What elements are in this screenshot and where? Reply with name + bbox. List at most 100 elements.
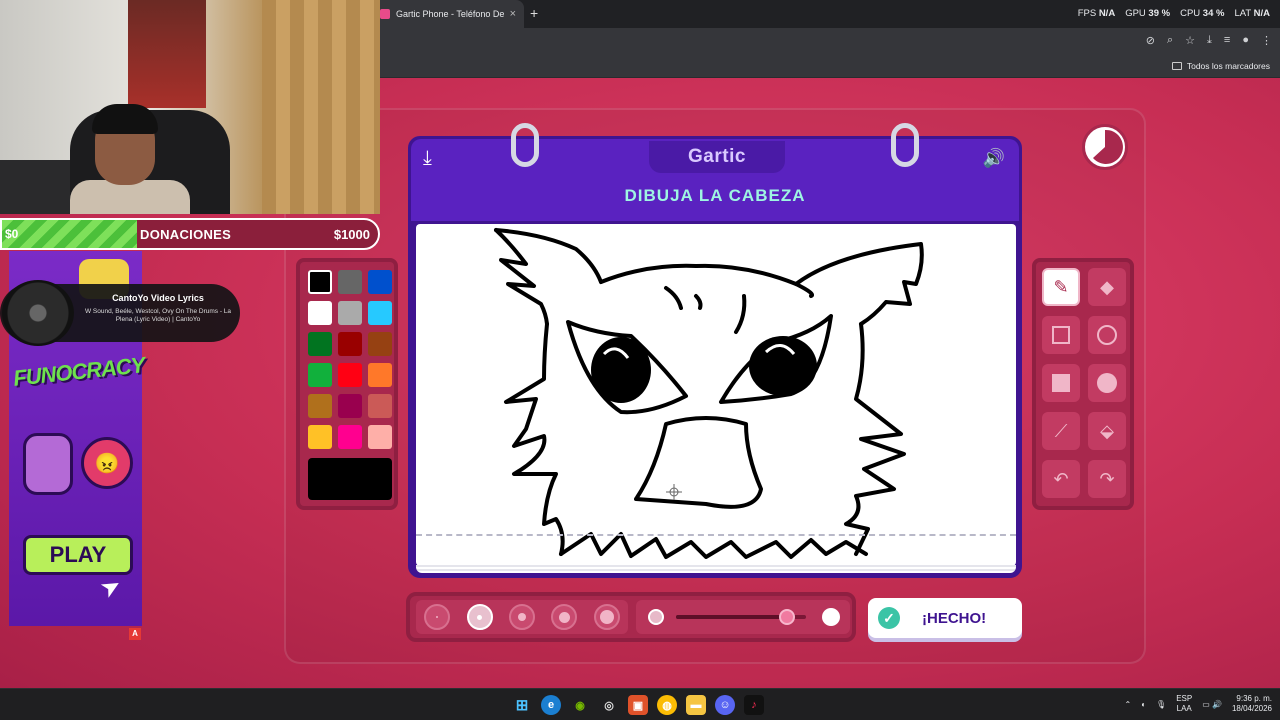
windows-taskbar: ⊞ e ◉ ◎ ▣ ◍ ▬ ☺ ♪ ⌃ ◐ 🎙 ESP LAA ▭ 🔊 9:36 … bbox=[0, 688, 1280, 720]
donation-progress-fill bbox=[2, 220, 138, 248]
rectangle-outline-tool[interactable] bbox=[1042, 316, 1080, 354]
gartic-logo: Gartic bbox=[649, 141, 785, 173]
opacity-handle[interactable] bbox=[778, 609, 795, 625]
color-swatch[interactable] bbox=[308, 332, 332, 356]
eraser-tool[interactable]: ◆ bbox=[1088, 268, 1126, 306]
color-swatch[interactable] bbox=[368, 332, 392, 356]
file-explorer-icon[interactable]: ▬ bbox=[686, 695, 706, 715]
stat-lat: LAT N/A bbox=[1234, 8, 1270, 19]
color-swatch[interactable] bbox=[308, 270, 332, 294]
line-tool[interactable]: ⟋ bbox=[1042, 412, 1080, 450]
ad-play-button[interactable]: PLAY bbox=[23, 535, 133, 575]
redo-tool[interactable]: ↷ bbox=[1088, 460, 1126, 498]
tab-title: Gartic Phone - Teléfono Descon bbox=[396, 9, 504, 19]
new-tab-button[interactable]: + bbox=[530, 5, 538, 21]
orange-app-icon[interactable]: ▣ bbox=[628, 695, 648, 715]
done-label: ¡HECHO! bbox=[922, 609, 987, 627]
color-swatch[interactable] bbox=[338, 270, 362, 294]
color-swatch[interactable] bbox=[338, 425, 362, 449]
brush-size-option[interactable] bbox=[424, 604, 451, 630]
color-swatch[interactable] bbox=[338, 332, 362, 356]
opacity-slider[interactable] bbox=[636, 600, 850, 634]
wall-poster bbox=[128, 0, 206, 108]
ellipse-outline-icon bbox=[1097, 325, 1117, 345]
curtain bbox=[262, 0, 380, 214]
ad-badge: A bbox=[129, 628, 141, 640]
color-swatch[interactable] bbox=[338, 394, 362, 418]
toolbar-icons: ⊘ ⌕ ☆ ⤓ ≡ ● ⋮ bbox=[1146, 34, 1272, 47]
brush-size-option[interactable] bbox=[466, 604, 493, 630]
nvidia-icon[interactable]: ◉ bbox=[570, 695, 590, 715]
tiktok-icon[interactable]: ♪ bbox=[744, 695, 764, 715]
tab-close-icon[interactable]: × bbox=[510, 8, 516, 20]
zoom-icon[interactable]: ⌕ bbox=[1167, 34, 1173, 47]
sound-icon[interactable]: 🔊 bbox=[983, 148, 1005, 169]
obs-icon[interactable]: ◎ bbox=[599, 695, 619, 715]
clock[interactable]: 9:36 p. m. 18/04/2026 bbox=[1232, 694, 1272, 714]
bookmark-star-icon[interactable]: ☆ bbox=[1185, 34, 1195, 47]
all-bookmarks-button[interactable]: Todos los marcadores bbox=[1171, 61, 1270, 71]
chrome-icon[interactable]: ◍ bbox=[657, 695, 677, 715]
color-swatch[interactable] bbox=[368, 425, 392, 449]
brush-dot-icon bbox=[436, 616, 439, 618]
webcam-feed bbox=[0, 0, 380, 214]
color-swatch[interactable] bbox=[368, 270, 392, 294]
opacity-max-icon bbox=[822, 608, 840, 626]
taskbar-apps: ⊞ e ◉ ◎ ▣ ◍ ▬ ☺ ♪ bbox=[512, 695, 764, 715]
stat-cpu: CPU 34 % bbox=[1180, 8, 1225, 19]
tracking-off-icon[interactable]: ⊘ bbox=[1146, 34, 1155, 47]
timer-clock-icon bbox=[1093, 129, 1123, 164]
color-swatch[interactable] bbox=[308, 425, 332, 449]
notepad-ring-left bbox=[511, 123, 539, 167]
bucket-fill-icon: ⬙ bbox=[1100, 420, 1114, 441]
edge-icon[interactable]: e bbox=[541, 695, 561, 715]
discord-icon[interactable]: ☺ bbox=[715, 695, 735, 715]
brush-dot-icon bbox=[558, 611, 570, 623]
redo-icon: ↷ bbox=[1099, 468, 1115, 489]
donation-max: $1000 bbox=[333, 227, 370, 242]
donation-title: DONACIONES bbox=[140, 227, 232, 242]
network-volume-icon[interactable]: ▭ 🔊 bbox=[1202, 700, 1222, 709]
color-swatch[interactable] bbox=[368, 301, 392, 325]
windows-start-icon[interactable]: ⊞ bbox=[512, 695, 532, 715]
menu-icon[interactable]: ⋮ bbox=[1261, 34, 1272, 47]
reading-list-icon[interactable]: ≡ bbox=[1224, 34, 1230, 47]
round-timer bbox=[1082, 124, 1128, 170]
current-color-preview bbox=[308, 458, 392, 500]
browser-tab[interactable]: Gartic Phone - Teléfono Descon × bbox=[372, 0, 524, 28]
system-tray: ⌃ ◐ 🎙 ESP LAA ▭ 🔊 9:36 p. m. 18/04/2026 bbox=[1124, 694, 1272, 714]
tray-app-icon[interactable]: ◐ bbox=[1141, 700, 1146, 709]
notepad-ring-right bbox=[891, 123, 919, 167]
ellipse-filled-tool[interactable] bbox=[1088, 364, 1126, 402]
pencil-tool[interactable]: ✎ bbox=[1042, 268, 1080, 306]
rectangle-filled-tool[interactable] bbox=[1042, 364, 1080, 402]
done-button[interactable]: ✓ ¡HECHO! bbox=[868, 598, 1022, 638]
download-icon[interactable]: ⤓ bbox=[423, 147, 432, 170]
drawing-canvas[interactable] bbox=[416, 224, 1016, 566]
color-swatch[interactable] bbox=[338, 363, 362, 387]
brush-size-selector bbox=[416, 600, 628, 634]
ellipse-outline-tool[interactable] bbox=[1088, 316, 1126, 354]
tray-chevron-icon[interactable]: ⌃ bbox=[1124, 700, 1131, 709]
brush-size-option[interactable] bbox=[551, 604, 578, 630]
download-icon[interactable]: ⤓ bbox=[1207, 34, 1212, 47]
brush-size-option[interactable] bbox=[508, 604, 535, 630]
brush-dot-icon bbox=[517, 613, 526, 621]
color-swatch[interactable] bbox=[308, 363, 332, 387]
undo-tool[interactable]: ↶ bbox=[1042, 460, 1080, 498]
brush-dot-icon bbox=[599, 610, 614, 624]
color-swatch[interactable] bbox=[368, 363, 392, 387]
color-swatch[interactable] bbox=[308, 394, 332, 418]
left-eye bbox=[591, 337, 651, 403]
streamer-hair bbox=[92, 104, 158, 134]
brush-size-option[interactable] bbox=[593, 604, 620, 630]
microphone-icon[interactable]: 🎙 bbox=[1156, 700, 1166, 709]
color-swatch[interactable] bbox=[368, 394, 392, 418]
profile-avatar-icon[interactable]: ● bbox=[1242, 34, 1249, 47]
language-indicator[interactable]: ESP LAA bbox=[1176, 694, 1192, 714]
paper-dashed-line bbox=[416, 534, 1016, 536]
ellipse-filled-icon bbox=[1097, 373, 1117, 393]
color-swatch[interactable] bbox=[338, 301, 362, 325]
color-swatch[interactable] bbox=[308, 301, 332, 325]
bucket-fill-tool[interactable]: ⬙ bbox=[1088, 412, 1126, 450]
